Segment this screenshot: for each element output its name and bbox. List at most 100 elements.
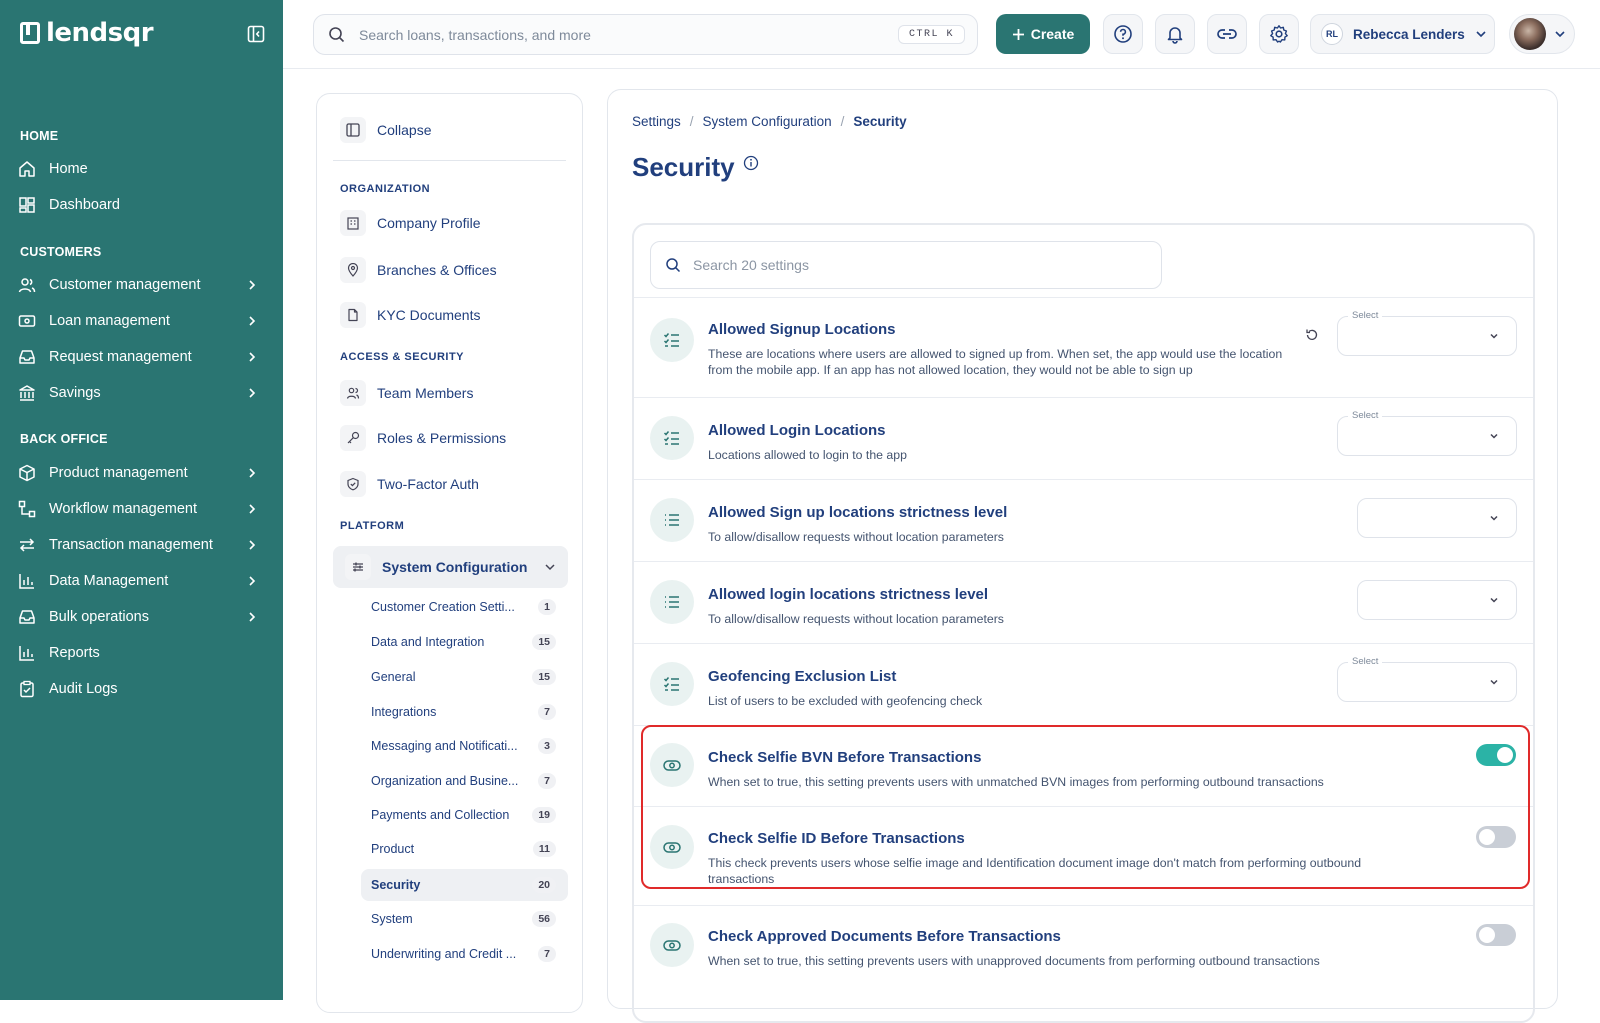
sub-item-label: Security	[371, 878, 421, 892]
nav-item-customer-management[interactable]: Customer management	[17, 270, 267, 300]
group-label-access-security: ACCESS & SECURITY	[340, 351, 465, 363]
count-badge: 7	[538, 946, 556, 962]
nav-item-transaction-management[interactable]: Transaction management	[17, 530, 267, 560]
allowed-signup-locations-select[interactable]: Select	[1337, 310, 1517, 356]
nav-label: Workflow management	[49, 501, 198, 517]
nav-item-reports[interactable]: Reports	[17, 638, 267, 668]
notifications-button[interactable]	[1155, 14, 1195, 54]
nav-item-loan-management[interactable]: Loan management	[17, 306, 267, 336]
key-icon	[340, 425, 366, 451]
create-button[interactable]: Create	[996, 14, 1090, 54]
sub-item-payments[interactable]: Payments and Collection 19	[361, 799, 568, 831]
nav-item-dashboard[interactable]: Dashboard	[17, 190, 267, 220]
nav-label: Bulk operations	[49, 609, 149, 625]
settings-item-team-members[interactable]: Team Members	[340, 376, 473, 410]
gear-icon	[1269, 24, 1289, 44]
settings-item-roles-permissions[interactable]: Roles & Permissions	[340, 421, 506, 455]
nav-label: Request management	[49, 349, 192, 365]
settings-item-two-factor-auth[interactable]: Two-Factor Auth	[340, 467, 479, 501]
chevron-down-icon	[1554, 28, 1566, 40]
page-title: Security	[632, 152, 735, 182]
chevron-right-icon	[245, 466, 259, 480]
collapse-button[interactable]: Collapse	[340, 113, 431, 147]
nav-label: Audit Logs	[49, 681, 118, 697]
settings-search-input[interactable]: Search 20 settings	[650, 241, 1162, 289]
geofencing-exclusion-select[interactable]: Select	[1337, 656, 1517, 702]
sub-item-system[interactable]: System 56	[361, 903, 568, 935]
user-menu-button[interactable]: RL Rebecca Lenders	[1310, 14, 1495, 54]
login-strictness-dropdown[interactable]	[1357, 580, 1517, 620]
nav-label: Product management	[49, 465, 188, 481]
global-search-input[interactable]: Search loans, transactions, and more CTR…	[313, 14, 978, 55]
sub-item-general[interactable]: General 15	[361, 661, 568, 693]
nav-item-bulk-operations[interactable]: Bulk operations	[17, 602, 267, 632]
settings-item-company-profile[interactable]: Company Profile	[340, 206, 481, 240]
breadcrumb-system-configuration[interactable]: System Configuration	[703, 114, 832, 129]
chevron-down-icon	[544, 561, 556, 573]
info-icon[interactable]	[743, 155, 759, 171]
settings-button[interactable]	[1259, 14, 1299, 54]
dashboard-icon	[17, 195, 37, 215]
count-badge: 11	[532, 841, 556, 857]
setting-description: To allow/disallow requests without locat…	[708, 530, 1004, 544]
keyboard-shortcut-badge: CTRL K	[897, 25, 965, 44]
settings-sidebar: Collapse ORGANIZATION Company Profile Br…	[316, 93, 583, 1013]
sub-item-underwriting[interactable]: Underwriting and Credit ... 7	[361, 938, 568, 970]
sub-item-integrations[interactable]: Integrations 7	[361, 696, 568, 728]
sidebar-collapse-icon[interactable]	[247, 25, 265, 43]
sub-item-organization[interactable]: Organization and Busine... 7	[361, 765, 568, 797]
link-button[interactable]	[1207, 14, 1247, 54]
chevron-right-icon	[245, 574, 259, 588]
nav-item-audit-logs[interactable]: Audit Logs	[17, 674, 267, 704]
nav-item-request-management[interactable]: Request management	[17, 342, 267, 372]
profile-avatar-button[interactable]	[1509, 14, 1575, 54]
nav-item-product-management[interactable]: Product management	[17, 458, 267, 488]
sub-item-product[interactable]: Product 11	[361, 833, 568, 865]
nav-label: Data Management	[49, 573, 169, 589]
count-badge: 1	[538, 599, 556, 615]
sub-item-security[interactable]: Security 20	[361, 869, 568, 901]
count-badge: 15	[532, 634, 556, 650]
nav-item-workflow-management[interactable]: Workflow management	[17, 494, 267, 524]
breadcrumb-settings[interactable]: Settings	[632, 114, 681, 129]
settings-item-label: Team Members	[377, 385, 474, 401]
sub-item-data-integration[interactable]: Data and Integration 15	[361, 626, 568, 658]
sub-item-customer-creation[interactable]: Customer Creation Setti... 1	[361, 591, 568, 623]
signup-strictness-dropdown[interactable]	[1357, 498, 1517, 538]
count-badge: 56	[532, 911, 556, 927]
search-placeholder: Search loans, transactions, and more	[359, 26, 591, 43]
reset-icon[interactable]	[1305, 328, 1319, 342]
nav-item-data-management[interactable]: Data Management	[17, 566, 267, 596]
group-label-organization: ORGANIZATION	[340, 183, 431, 195]
top-bar: Search loans, transactions, and more CTR…	[283, 0, 1600, 69]
chevron-down-icon	[1488, 676, 1500, 688]
settings-item-system-configuration[interactable]: System Configuration	[333, 546, 568, 588]
nav-label: Loan management	[49, 313, 170, 329]
setting-description: Locations allowed to login to the app	[708, 448, 907, 462]
money-icon	[17, 311, 37, 331]
lendsqr-logo-icon	[20, 22, 40, 44]
setting-title: Geofencing Exclusion List	[708, 668, 897, 685]
setting-title: Allowed Login Locations	[708, 422, 886, 439]
reports-icon	[17, 643, 37, 663]
setting-row-geofencing-exclusion: Geofencing Exclusion List List of users …	[634, 643, 1533, 725]
settings-item-kyc-documents[interactable]: KYC Documents	[340, 298, 480, 332]
chevron-down-icon	[1488, 512, 1500, 524]
chevron-right-icon	[245, 314, 259, 328]
search-icon	[665, 257, 681, 273]
brand-logo[interactable]: lendsqr	[20, 18, 154, 48]
nav-item-savings[interactable]: Savings	[17, 378, 267, 408]
chevron-right-icon	[245, 610, 259, 624]
chevron-down-icon	[1488, 330, 1500, 342]
checklist-icon	[650, 318, 694, 362]
allowed-login-locations-select[interactable]: Select	[1337, 410, 1517, 456]
checklist-icon	[650, 416, 694, 460]
settings-item-branches[interactable]: Branches & Offices	[340, 253, 497, 287]
setting-title: Check Approved Documents Before Transact…	[708, 928, 1061, 945]
sub-item-label: Underwriting and Credit ...	[371, 947, 517, 961]
check-approved-documents-toggle[interactable]	[1476, 924, 1516, 946]
nav-item-home[interactable]: Home	[17, 154, 267, 184]
setting-row-login-strictness: Allowed login locations strictness level…	[634, 561, 1533, 643]
sub-item-messaging[interactable]: Messaging and Notificati... 3	[361, 730, 568, 762]
help-button[interactable]	[1103, 14, 1143, 54]
